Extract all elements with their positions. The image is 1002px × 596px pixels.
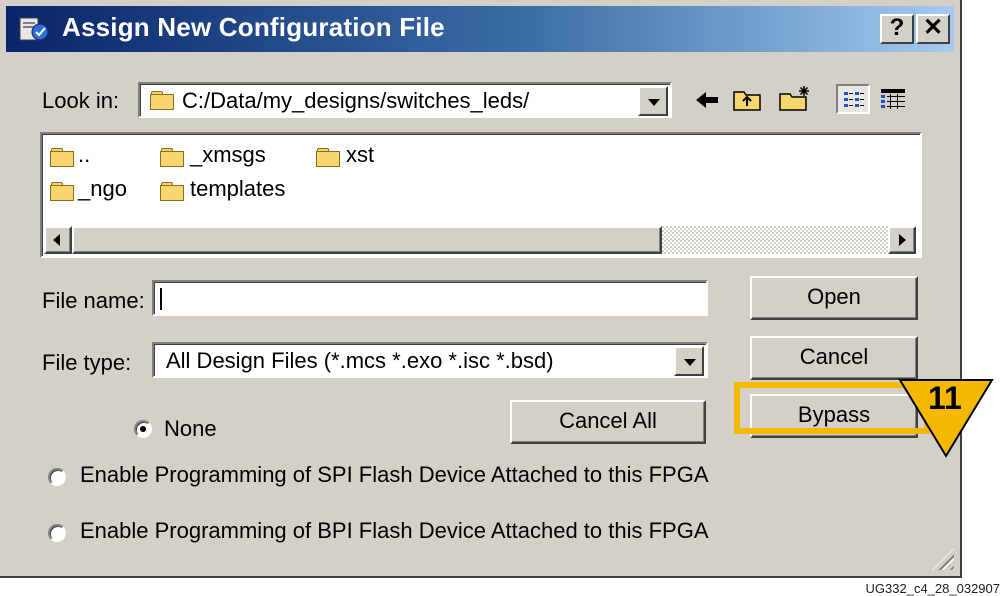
title-bar[interactable]: Assign New Configuration File ? ✕ (6, 6, 954, 52)
new-folder-icon[interactable] (778, 84, 812, 112)
folder-icon (50, 182, 74, 201)
look-in-path: C:/Data/my_designs/switches_leds/ (182, 88, 530, 113)
spi-radio[interactable] (48, 468, 66, 486)
folder-icon (160, 148, 184, 167)
callout-number: 11 (928, 380, 962, 416)
left-arrow-icon (53, 234, 60, 246)
folder-icon (50, 148, 74, 167)
file-name-input[interactable] (152, 280, 708, 316)
file-name-label: xst (346, 142, 375, 167)
file-type-value: All Design Files (*.mcs *.exo *.isc *.bs… (166, 348, 554, 373)
file-list[interactable]: .. _xmsgs xst _ngo templates (40, 132, 922, 258)
close-button[interactable]: ✕ (916, 14, 950, 44)
window-title: Assign New Configuration File (62, 12, 445, 42)
horizontal-scrollbar[interactable] (44, 226, 916, 254)
file-name-label: File name: (42, 288, 145, 313)
help-button[interactable]: ? (880, 14, 914, 44)
scroll-right-button[interactable] (888, 226, 916, 254)
file-name-label: templates (190, 176, 286, 201)
text-cursor (160, 288, 162, 310)
back-arrow-icon[interactable] (694, 88, 720, 112)
config-file-icon (19, 17, 49, 41)
folder-icon (316, 148, 340, 167)
look-in-combo[interactable]: C:/Data/my_designs/switches_leds/ (138, 82, 672, 118)
list-view-button[interactable] (836, 84, 870, 114)
cancel-button[interactable]: Cancel (750, 336, 918, 380)
look-in-label: Look in: (42, 88, 120, 113)
look-in-dropdown-arrow[interactable] (638, 86, 668, 116)
figure-id: UG332_c4_28_032907 (865, 581, 1000, 596)
scroll-thumb[interactable] (72, 226, 662, 254)
spi-label: Enable Programming of SPI Flash Device A… (80, 462, 709, 487)
file-type-label: File type: (42, 350, 132, 375)
list-view-icon (844, 92, 864, 107)
dialog-window: Assign New Configuration File ? ✕ Look i… (0, 0, 962, 578)
folder-icon (160, 182, 184, 201)
file-type-combo[interactable]: All Design Files (*.mcs *.exo *.isc *.bs… (152, 342, 708, 378)
file-name-label: .. (78, 142, 91, 167)
folder-icon (150, 91, 174, 110)
file-type-dropdown-arrow[interactable] (674, 346, 704, 376)
details-view-icon[interactable] (880, 88, 906, 110)
file-name-label: _xmsgs (190, 142, 266, 167)
open-button[interactable]: Open (750, 276, 918, 320)
bpi-radio[interactable] (48, 524, 66, 542)
right-arrow-icon (899, 234, 906, 246)
cancel-all-button[interactable]: Cancel All (510, 400, 706, 444)
file-name-label: _ngo (78, 176, 127, 201)
none-radio[interactable] (134, 420, 152, 438)
none-label: None (164, 416, 217, 441)
scroll-left-button[interactable] (44, 226, 72, 254)
up-folder-icon[interactable] (732, 86, 762, 112)
resize-grip[interactable] (932, 548, 954, 570)
bpi-label: Enable Programming of BPI Flash Device A… (80, 518, 709, 543)
